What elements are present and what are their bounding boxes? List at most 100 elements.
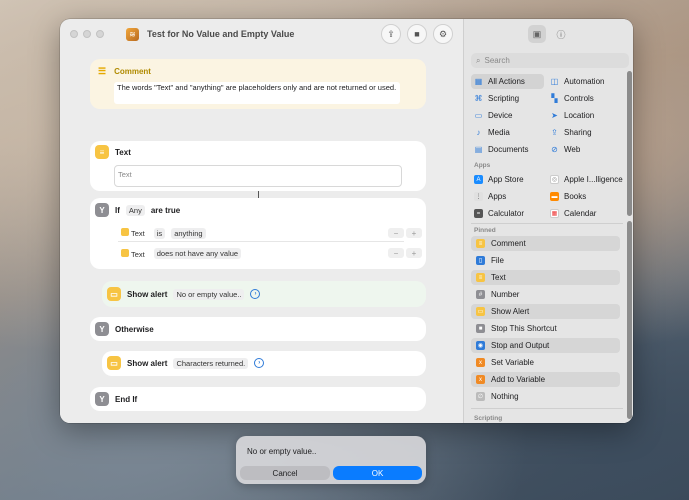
pinned-file[interactable]: ▯ File (471, 253, 620, 268)
variable-icon: x (476, 358, 485, 367)
category-automation[interactable]: ◫ Automation (547, 74, 605, 89)
shortcuts-app-icon: ≋ (126, 27, 139, 41)
details-tab[interactable]: ⓘ (552, 25, 570, 43)
category-scripting[interactable]: ⌘ Scripting (471, 91, 520, 106)
ok-button[interactable]: OK (333, 466, 422, 480)
text-var-icon (121, 228, 129, 236)
file-icon: ▯ (476, 256, 485, 265)
pinned-stop-and-output[interactable]: ◉ Stop and Output (471, 338, 620, 353)
search-placeholder: Search (484, 56, 510, 65)
category-documents[interactable]: ▤ Documents (471, 142, 529, 157)
zoom-window-button[interactable] (96, 30, 104, 38)
categories-scrollbar[interactable] (627, 71, 632, 216)
end-if-action[interactable]: Y End If (90, 387, 426, 411)
search-icon: ⌕ (476, 55, 481, 65)
category-label: Web (564, 145, 581, 154)
end-if-icon: Y (95, 392, 109, 406)
if-action[interactable]: Y If Any are true Text is anything − + T… (90, 198, 426, 269)
cancel-button[interactable]: Cancel (240, 466, 330, 480)
pinned-scrollbar[interactable] (627, 221, 632, 419)
section-divider (471, 223, 623, 224)
alert-message-token[interactable]: No or empty value.. (173, 288, 245, 300)
gear-icon: ⚙ (438, 28, 448, 39)
comment-text[interactable]: The words "Text" and "anything" are plac… (114, 82, 400, 104)
category-media[interactable]: ♪ Media (471, 125, 510, 140)
document-icon: ▤ (474, 145, 483, 154)
search-input[interactable]: ⌕ Search (471, 53, 629, 68)
pinned-set-variable[interactable]: x Set Variable (471, 355, 620, 370)
category-sharing[interactable]: ⇪ Sharing (547, 125, 591, 140)
device-icon: ▭ (474, 111, 483, 120)
show-alert-action[interactable]: ▭ Show alert No or empty value.. › (102, 281, 426, 307)
pinned-stop-this-shortcut[interactable]: ■ Stop This Shortcut (471, 321, 620, 336)
automation-icon: ◫ (550, 77, 559, 86)
app-calculator[interactable]: = Calculator (471, 206, 524, 221)
condition-operator[interactable]: is (153, 227, 166, 239)
share-button[interactable]: ⇪ (381, 24, 401, 44)
text-action-icon: ≡ (95, 145, 109, 159)
pinned-comment[interactable]: ≡ Comment (471, 236, 620, 251)
show-alert-label: Show alert (127, 289, 168, 299)
share-icon: ⇪ (387, 28, 395, 39)
remove-condition-button[interactable]: − (388, 248, 404, 258)
add-condition-button[interactable]: + (406, 248, 422, 258)
minimize-window-button[interactable] (83, 30, 91, 38)
pinned-number[interactable]: # Number (471, 287, 620, 302)
category-label: Media (488, 128, 510, 137)
app-apps[interactable]: ⋮ Apps (471, 189, 506, 204)
text-cursor (258, 191, 259, 198)
category-all-actions[interactable]: ▦ All Actions (471, 74, 544, 89)
condition-variable[interactable]: Text (118, 227, 148, 239)
otherwise-action[interactable]: Y Otherwise (90, 317, 426, 341)
alert-message: No or empty value.. (247, 447, 317, 456)
are-true-label: are true (150, 205, 181, 215)
shortcut-editor: ☰ Comment The words "Text" and "anything… (60, 49, 463, 423)
stop-icon: ■ (476, 324, 485, 333)
app-apple-intelligence[interactable]: ◎ Apple I...lligence (547, 172, 623, 187)
alert-message-token[interactable]: Characters returned. (173, 357, 249, 369)
condition-row: Text is anything (118, 225, 404, 242)
add-variable-icon: x (476, 375, 485, 384)
text-action[interactable]: ≡ Text Text (90, 141, 426, 191)
category-controls[interactable]: ▚ Controls (547, 91, 594, 106)
category-device[interactable]: ▭ Device (471, 108, 513, 123)
settings-button[interactable]: ⚙ (433, 24, 453, 44)
pinned-nothing[interactable]: ∅ Nothing (471, 389, 620, 404)
scripting-section-header: Scripting (474, 415, 503, 422)
scripting-icon: ⌘ (474, 94, 483, 103)
info-icon[interactable]: › (254, 358, 265, 368)
text-input[interactable]: Text (114, 165, 402, 187)
condition-variable[interactable]: Text (118, 248, 148, 260)
text-var-icon (121, 248, 129, 257)
app-books[interactable]: ▬ Books (547, 189, 586, 204)
app-app-store[interactable]: A App Store (471, 172, 524, 187)
alert-icon: ▭ (107, 356, 121, 370)
category-label: Controls (564, 94, 594, 103)
category-web[interactable]: ⊘ Web (547, 142, 580, 157)
comment-action[interactable]: ☰ Comment The words "Text" and "anything… (90, 59, 426, 109)
actions-sidebar: ▣ ⓘ ⌕ Search ▦ All Actions ⌘ Scripting ▭ De… (463, 19, 633, 423)
comment-label: Comment (114, 67, 151, 76)
category-location[interactable]: ➤ Location (547, 108, 594, 123)
stop-button[interactable]: ■ (407, 24, 427, 44)
pinned-show-alert[interactable]: ▭ Show Alert (471, 304, 620, 319)
remove-condition-button[interactable]: − (388, 228, 404, 238)
add-condition-button[interactable]: + (406, 228, 422, 238)
any-token[interactable]: Any (125, 204, 145, 216)
pinned-label: Nothing (491, 392, 519, 401)
condition-operator[interactable]: does not have any value (153, 248, 242, 259)
pinned-add-to-variable[interactable]: x Add to Variable (471, 372, 620, 387)
app-label: App Store (488, 175, 524, 184)
text-action-label: Text (115, 147, 131, 157)
category-label: Location (564, 111, 595, 120)
condition-value[interactable]: anything (171, 227, 206, 239)
close-window-button[interactable] (70, 30, 78, 38)
shortcuts-window: ≋ Test for No Value and Empty Value ⇪ ■ … (60, 19, 633, 423)
show-alert-action[interactable]: ▭ Show alert Characters returned. › (102, 351, 426, 376)
library-tab[interactable]: ▣ (528, 25, 546, 43)
info-icon[interactable]: › (250, 289, 261, 299)
app-calendar[interactable]: ▦ Calendar (547, 206, 596, 221)
otherwise-label: Otherwise (115, 324, 154, 334)
pinned-text[interactable]: ≡ Text (471, 270, 620, 285)
info-circle-icon: ⓘ (556, 29, 566, 40)
